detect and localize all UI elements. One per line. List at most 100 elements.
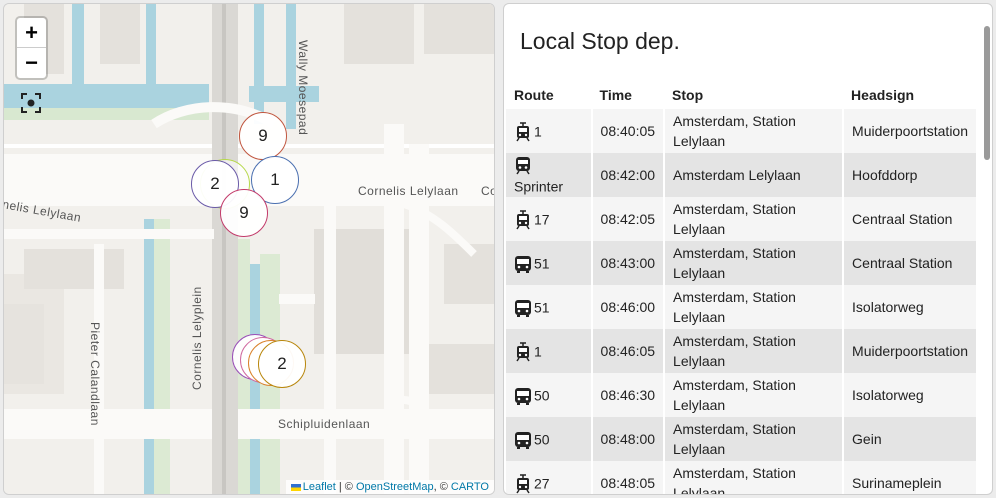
bus-icon [514, 430, 534, 449]
time-cell: 08:46:30 [591, 373, 666, 417]
table-row[interactable]: 50 08:46:30 Amsterdam, Station Lelylaan Iso… [506, 373, 978, 417]
headsign-cell: Centraal Station [843, 241, 978, 285]
route-label: 51 [534, 255, 550, 272]
headsign-cell: Gein [843, 417, 978, 461]
bus-icon [514, 254, 534, 273]
zoom-out-button[interactable]: − [17, 48, 46, 78]
stop-cell: Amsterdam, Station Lelylaan [664, 109, 845, 153]
panel-title: Local Stop dep. [520, 28, 680, 54]
carto-link[interactable]: CARTO [451, 481, 489, 493]
route-label: 50 [534, 387, 550, 404]
route-label: 51 [534, 299, 550, 316]
leaflet-link[interactable]: Leaflet [303, 481, 336, 493]
table-header-row: Route Time Stop Headsign [506, 81, 977, 109]
stop-cell: Amsterdam, Station Lelylaan [664, 373, 845, 417]
stop-marker[interactable]: 9 [220, 189, 268, 237]
headsign-cell: Muiderpoortstation [843, 109, 978, 153]
table-row[interactable]: 1 08:40:05 Amsterdam, Station Lelylaan Muid… [506, 109, 978, 153]
column-header-stop: Stop [672, 87, 704, 103]
time-cell: 08:40:05 [591, 109, 666, 153]
tram-icon [514, 341, 534, 362]
road-label-cornelis-lelylaan-cut: Co [481, 184, 494, 198]
route-label: 27 [534, 475, 550, 492]
route-label: 50 [534, 431, 550, 448]
table-row[interactable]: 17 08:42:05 Amsterdam, Station Lelylaan Cen… [506, 197, 978, 241]
app-root: Wally Moesepad Cornelis Lelylaan Co neli… [0, 0, 996, 498]
zoom-in-button[interactable]: + [17, 18, 46, 48]
train-icon [514, 156, 534, 175]
route-cell: 51 [506, 285, 593, 329]
route-label: 1 [534, 343, 542, 360]
time-cell: 08:48:00 [591, 417, 666, 461]
time-cell: 08:43:00 [591, 241, 666, 285]
headsign-cell: Surinameplein [843, 461, 978, 494]
stop-cell: Amsterdam Lelylaan [664, 153, 845, 197]
table-row[interactable]: Sprinter 08:42:00 Amsterdam Lelylaan Hoofdd… [506, 153, 978, 197]
column-header-headsign: Headsign [851, 87, 915, 103]
stop-marker[interactable]: 9 [239, 112, 287, 160]
ukraine-flag-icon [290, 483, 301, 491]
time-cell: 08:42:05 [591, 197, 666, 241]
table-row[interactable]: 51 08:43:00 Amsterdam, Station Lelylaan Cen… [506, 241, 978, 285]
departures-body: 1 08:40:05 Amsterdam, Station Lelylaan Muid… [506, 109, 978, 494]
column-header-route: Route [514, 87, 554, 103]
map-tiles[interactable] [4, 4, 495, 495]
marker-label: 9 [239, 203, 249, 222]
road-label-cornelis-lelylaan: Cornelis Lelylaan [358, 184, 459, 198]
marker-label: 2 [210, 174, 220, 193]
stop-cell: Amsterdam, Station Lelylaan [664, 461, 845, 494]
openstreetmap-link[interactable]: OpenStreetMap [356, 481, 434, 493]
route-label: 1 [534, 123, 542, 140]
column-header-time: Time [599, 87, 632, 103]
stop-cell: Amsterdam, Station Lelylaan [664, 197, 845, 241]
headsign-cell: Isolatorweg [843, 373, 978, 417]
departures-table: Route Time Stop Headsign 1 08:40:05 Amster… [506, 81, 978, 494]
headsign-cell: Muiderpoortstation [843, 329, 978, 373]
stop-cell: Amsterdam, Station Lelylaan [664, 285, 845, 329]
marker-label: 2 [277, 354, 287, 373]
locate-icon[interactable] [20, 92, 42, 114]
route-cell: 51 [506, 241, 593, 285]
table-row[interactable]: 51 08:46:00 Amsterdam, Station Lelylaan Iso… [506, 285, 978, 329]
route-cell: 27 [506, 461, 593, 494]
route-cell: Sprinter [506, 153, 593, 197]
scrollbar[interactable] [984, 26, 990, 160]
route-label: 17 [534, 211, 550, 228]
tram-icon [514, 121, 534, 142]
headsign-cell: Isolatorweg [843, 285, 978, 329]
map-view[interactable]: Wally Moesepad Cornelis Lelylaan Co neli… [3, 3, 495, 495]
time-cell: 08:42:00 [591, 153, 666, 197]
route-cell: 1 [506, 329, 593, 373]
bus-icon [514, 386, 534, 405]
headsign-cell: Hoofddorp [843, 153, 978, 197]
route-label: Sprinter [514, 178, 564, 195]
stop-cell: Amsterdam, Station Lelylaan [664, 241, 845, 285]
departures-panel[interactable]: Local Stop dep. Route Time Stop Headsign… [503, 3, 993, 495]
marker-label: 9 [258, 126, 268, 145]
attribution-separator: | © [335, 481, 356, 493]
time-cell: 08:46:00 [591, 285, 666, 329]
route-cell: 50 [506, 417, 593, 461]
map-attribution: Leaflet | © OpenStreetMap, © CARTO [285, 480, 494, 494]
stop-cell: Amsterdam, Station Lelylaan [664, 417, 845, 461]
table-row[interactable]: 1 08:46:05 Amsterdam, Station Lelylaan Muid… [506, 329, 978, 373]
road-label-wally-moesepad: Wally Moesepad [296, 40, 310, 136]
bus-icon [514, 298, 534, 317]
tram-icon [514, 209, 534, 230]
table-row[interactable]: 27 08:48:05 Amsterdam, Station Lelylaan Sur… [506, 461, 978, 494]
road-label-cornelis-lelyplein: Cornelis Lelyplein [190, 286, 204, 390]
time-cell: 08:48:05 [591, 461, 666, 494]
zoom-control: + − [15, 16, 48, 80]
table-row[interactable]: 50 08:48:00 Amsterdam, Station Lelylaan Gei… [506, 417, 978, 461]
road-label-schipluidenlaan: Schipluidenlaan [278, 417, 371, 431]
road-label-pieter-calandlaan: Pieter Calandlaan [88, 322, 102, 426]
stop-marker[interactable]: 2 [258, 340, 306, 388]
time-cell: 08:46:05 [591, 329, 666, 373]
route-cell: 50 [506, 373, 593, 417]
attribution-separator: , © [433, 481, 451, 493]
tram-icon [514, 473, 534, 494]
route-cell: 1 [506, 109, 593, 153]
route-cell: 17 [506, 197, 593, 241]
stop-cell: Amsterdam, Station Lelylaan [664, 329, 845, 373]
headsign-cell: Centraal Station [843, 197, 978, 241]
